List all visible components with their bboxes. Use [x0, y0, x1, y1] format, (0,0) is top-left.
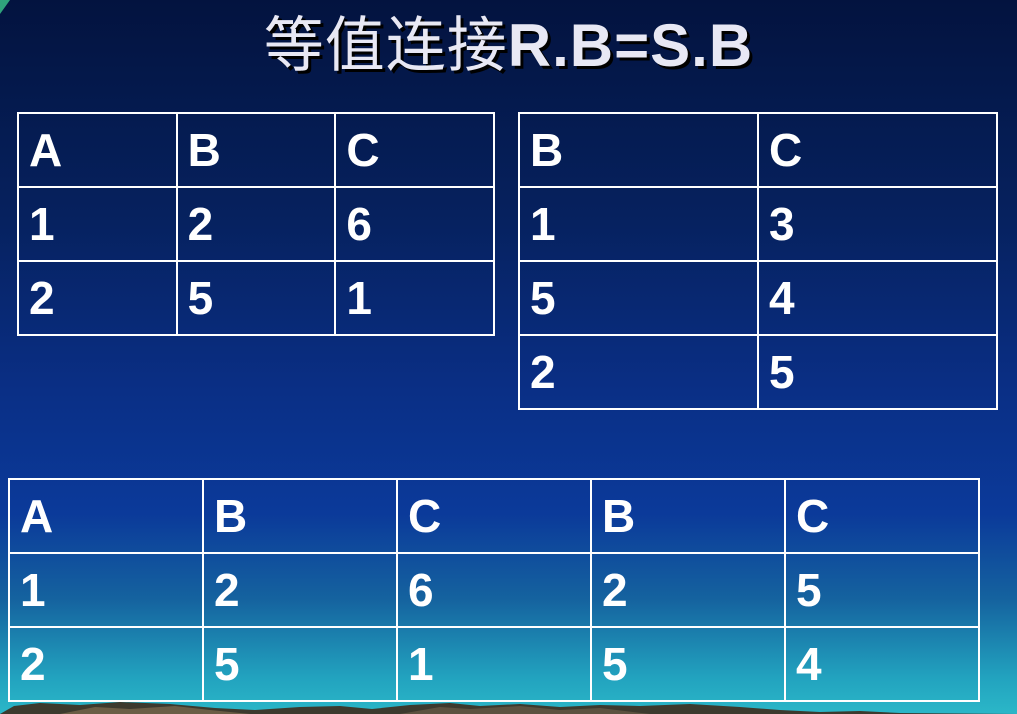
- table-cell: 6: [396, 552, 592, 628]
- table-header-row: A B C: [17, 112, 495, 188]
- table-row: 2 5 1 5 4: [8, 626, 980, 702]
- table-header-row: A B C B C: [8, 478, 980, 554]
- mountain-silhouette: [0, 702, 1017, 714]
- relation-r-table: A B C 1 2 6 2 5 1: [17, 112, 495, 336]
- table-cell: 6: [334, 186, 495, 262]
- table-cell: 5: [202, 626, 398, 702]
- table-cell: 5: [175, 260, 337, 336]
- table-cell: 5: [518, 260, 759, 336]
- table-cell: 2: [175, 186, 337, 262]
- table-row: 1 2 6: [17, 186, 495, 262]
- table-cell: 2: [8, 626, 204, 702]
- table-row: 2 5: [518, 334, 998, 410]
- table-cell: 5: [757, 334, 998, 410]
- table-cell: 2: [518, 334, 759, 410]
- relation-s-table: B C 1 3 5 4 2 5: [518, 112, 998, 410]
- table-row: 1 2 6 2 5: [8, 552, 980, 628]
- table-row: 2 5 1: [17, 260, 495, 336]
- table-header-row: B C: [518, 112, 998, 188]
- table-cell: 1: [396, 626, 592, 702]
- table-row: 1 3: [518, 186, 998, 262]
- column-header-b: B: [175, 112, 337, 188]
- equijoin-result-table: A B C B C 1 2 6 2 5 2 5 1 5 4: [8, 478, 980, 702]
- title-chinese: 等值连接: [263, 11, 508, 81]
- column-header-s-b: B: [590, 478, 786, 554]
- slide-title: 等值连接R.B=S.B: [0, 6, 1017, 86]
- column-header-r-b: B: [202, 478, 398, 554]
- column-header-c: C: [757, 112, 998, 188]
- table-cell: 4: [757, 260, 998, 336]
- table-cell: 2: [17, 260, 178, 336]
- table-cell: 2: [202, 552, 398, 628]
- title-condition: R.B=S.B: [507, 12, 754, 79]
- table-cell: 4: [784, 626, 980, 702]
- table-cell: 3: [757, 186, 998, 262]
- table-cell: 1: [518, 186, 759, 262]
- table-cell: 1: [8, 552, 204, 628]
- table-cell: 1: [334, 260, 495, 336]
- table-cell: 5: [590, 626, 786, 702]
- table-cell: 1: [17, 186, 178, 262]
- column-header-a: A: [8, 478, 204, 554]
- table-row: 5 4: [518, 260, 998, 336]
- column-header-c: C: [334, 112, 495, 188]
- column-header-a: A: [17, 112, 178, 188]
- table-cell: 5: [784, 552, 980, 628]
- column-header-b: B: [518, 112, 759, 188]
- table-cell: 2: [590, 552, 786, 628]
- column-header-s-c: C: [784, 478, 980, 554]
- column-header-r-c: C: [396, 478, 592, 554]
